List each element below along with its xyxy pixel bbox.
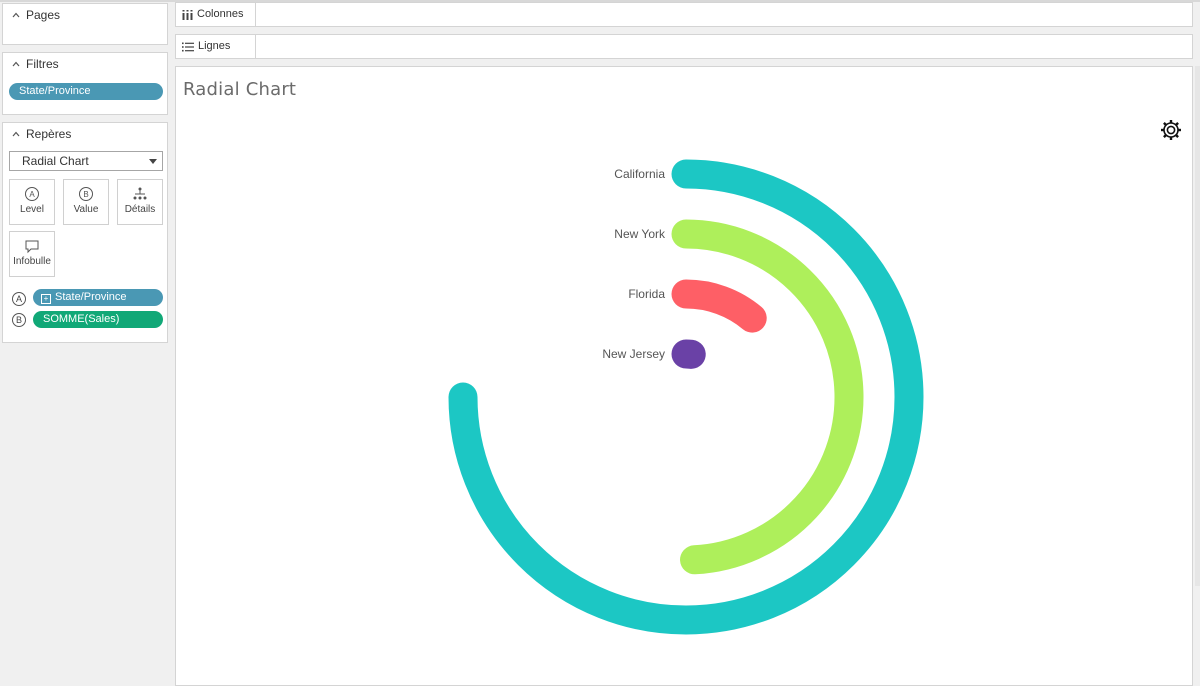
radial-bar-florida[interactable] bbox=[686, 294, 752, 318]
value-button[interactable]: B Value bbox=[63, 179, 109, 225]
columns-icon bbox=[182, 10, 193, 20]
filters-card: Filtres State/Province bbox=[2, 52, 168, 115]
scrollbar[interactable] bbox=[1195, 66, 1200, 586]
details-label: Détails bbox=[118, 204, 162, 215]
marks-title: Repères bbox=[26, 127, 71, 141]
tooltip-button[interactable]: Infobulle bbox=[9, 231, 55, 277]
chevron-up-icon bbox=[11, 10, 21, 20]
dropdown-arrow-icon bbox=[149, 159, 157, 164]
tooltip-label: Infobulle bbox=[10, 256, 54, 267]
columns-shelf[interactable]: Colonnes bbox=[175, 2, 1193, 27]
chevron-up-icon bbox=[11, 129, 21, 139]
category-label-florida: Florida bbox=[628, 287, 665, 301]
circle-b-icon: B bbox=[78, 186, 94, 202]
field-a-letter: A bbox=[12, 292, 26, 306]
columns-label: Colonnes bbox=[197, 3, 243, 26]
viz-area: Radial Chart CaliforniaNew YorkFloridaNe… bbox=[175, 66, 1193, 686]
field-pill-sales[interactable]: SOMME(Sales) bbox=[33, 311, 163, 328]
tooltip-icon bbox=[24, 238, 40, 254]
rows-icon bbox=[182, 42, 194, 52]
circle-a-icon: A bbox=[24, 186, 40, 202]
radial-chart: California New York Florida New Jersey bbox=[176, 67, 1192, 679]
filter-pill-state[interactable]: State/Province bbox=[9, 83, 163, 100]
filters-title: Filtres bbox=[26, 57, 59, 71]
pages-title: Pages bbox=[26, 8, 60, 22]
marks-card: Repères Radial Chart A Level B Value Dét… bbox=[2, 122, 168, 343]
rows-label: Lignes bbox=[198, 35, 230, 58]
category-label-new-york: New York bbox=[614, 227, 666, 241]
rows-shelf-label: Lignes bbox=[176, 35, 256, 58]
rows-shelf[interactable]: Lignes bbox=[175, 34, 1193, 59]
filters-header[interactable]: Filtres bbox=[11, 57, 59, 71]
level-label: Level bbox=[10, 204, 54, 215]
details-icon bbox=[132, 186, 148, 202]
pages-header[interactable]: Pages bbox=[11, 8, 60, 22]
level-button[interactable]: A Level bbox=[9, 179, 55, 225]
svg-text:B: B bbox=[83, 190, 88, 199]
field-pill-state[interactable]: + State/Province bbox=[33, 289, 163, 306]
chevron-up-icon bbox=[11, 59, 21, 69]
columns-shelf-label: Colonnes bbox=[176, 3, 256, 26]
mark-type-value: Radial Chart bbox=[22, 154, 89, 168]
svg-text:A: A bbox=[29, 190, 35, 199]
value-label: Value bbox=[64, 204, 108, 215]
field-pill-state-label: State/Province bbox=[55, 291, 127, 303]
field-b-letter: B bbox=[12, 313, 26, 327]
expand-plus-icon[interactable]: + bbox=[41, 294, 51, 304]
category-label-new-jersey: New Jersey bbox=[602, 347, 665, 361]
mark-type-select[interactable]: Radial Chart bbox=[9, 151, 163, 171]
category-label-california: California bbox=[614, 167, 665, 181]
pages-card: Pages bbox=[2, 3, 168, 45]
marks-header[interactable]: Repères bbox=[11, 127, 71, 141]
details-button[interactable]: Détails bbox=[117, 179, 163, 225]
